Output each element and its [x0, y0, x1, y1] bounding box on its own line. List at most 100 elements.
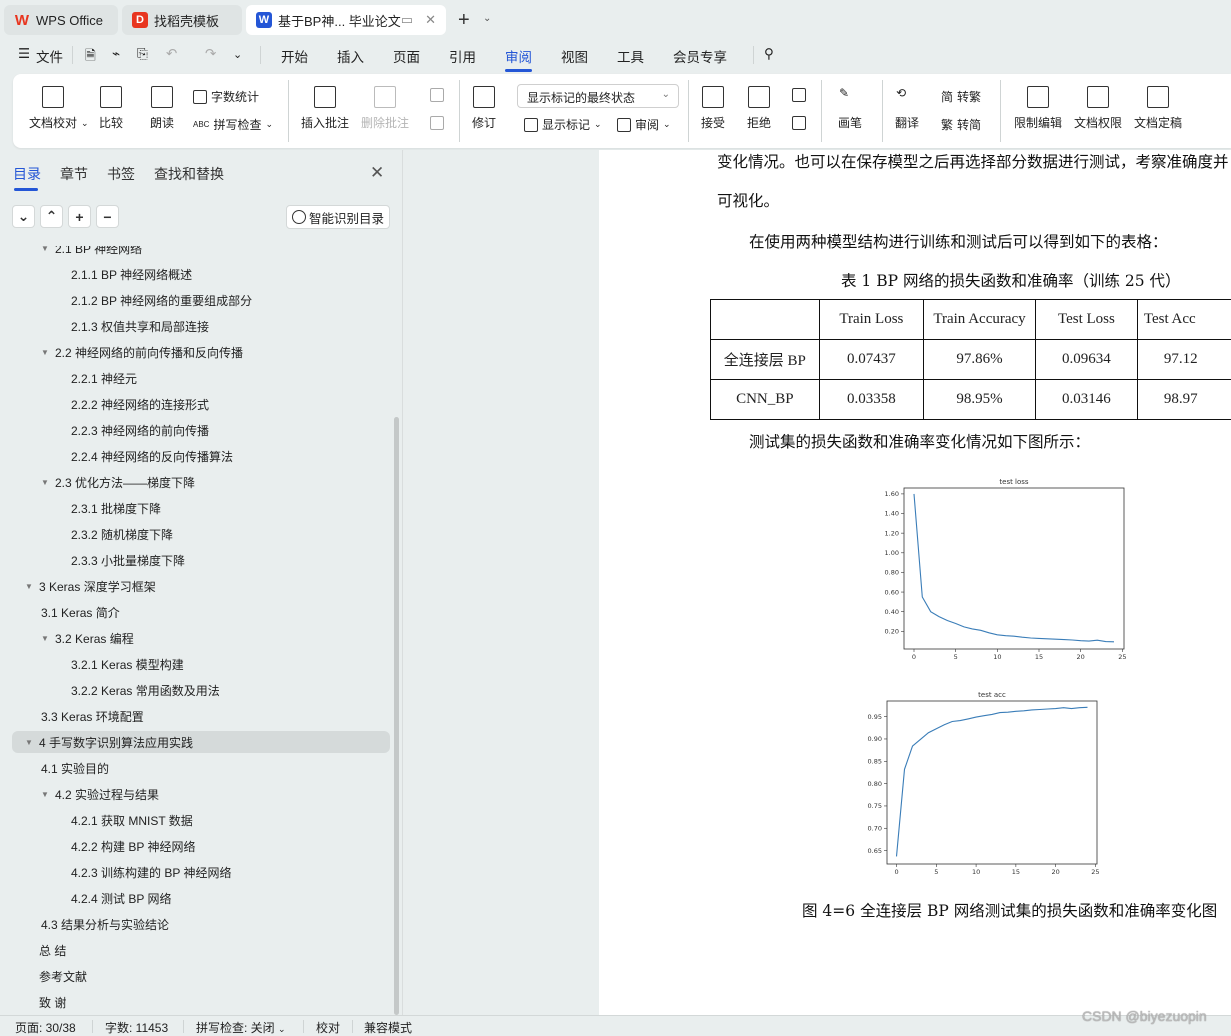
toc-item[interactable]: ▼4.2 实验过程与结果 [41, 783, 159, 805]
close-tab-icon[interactable]: ✕ [425, 12, 436, 28]
word-count-button[interactable]: 字数统计 [193, 88, 259, 105]
toc-item[interactable]: 2.3.2 随机梯度下降 [71, 523, 173, 545]
expand-triangle-icon[interactable]: ▼ [25, 738, 33, 747]
toc-item[interactable]: 4.1 实验目的 [41, 757, 109, 779]
expand-triangle-icon[interactable]: ▼ [41, 348, 49, 357]
to-simplified-button[interactable]: 繁 转简 [941, 116, 981, 133]
menu-member[interactable]: 会员专享 [673, 46, 727, 66]
markup-state-select[interactable]: 显示标记的最终状态 ⌄ [517, 84, 679, 108]
toc-item[interactable]: 参考文献 [39, 965, 87, 987]
pen-button[interactable]: ✎ 画笔 [838, 86, 862, 131]
doc-finalize-button[interactable]: 文档定稿 [1134, 86, 1182, 131]
reject-button[interactable]: 拒绝 [747, 86, 771, 131]
close-pane-icon[interactable]: ✕ [370, 163, 384, 183]
tab-toc[interactable]: 目录 [13, 164, 41, 184]
toc-item[interactable]: 2.1.1 BP 神经网络概述 [71, 263, 192, 285]
print-preview-icon[interactable]: ⎘ [137, 46, 148, 62]
expand-triangle-icon[interactable]: ▼ [41, 246, 49, 253]
review-pane-button[interactable]: 审阅 ⌄ [617, 116, 671, 133]
hamburger-menu-icon[interactable]: ☰ [18, 46, 30, 62]
word-count-status[interactable]: 字数: 11453 [105, 1019, 168, 1036]
toc-item[interactable]: 2.1.3 权值共享和局部连接 [71, 315, 209, 337]
toc-item[interactable]: 3.2.1 Keras 模型构建 [71, 653, 184, 675]
tab-find-replace[interactable]: 查找和替换 [154, 164, 224, 184]
previous-comment-icon[interactable] [430, 88, 444, 102]
collapse-up-button[interactable]: ⌃ [40, 205, 63, 228]
tab-document[interactable]: W 基于BP神... 毕业论文 ▭ ✕ [246, 5, 446, 35]
translate-button[interactable]: ⟲ 翻译 [895, 86, 919, 131]
menu-review[interactable]: 审阅 [505, 46, 532, 66]
menu-tools[interactable]: 工具 [617, 46, 644, 66]
remove-level-button[interactable]: − [96, 205, 119, 228]
undo-icon[interactable]: ↶ [166, 46, 177, 62]
proofread-button[interactable]: 文档校对 [29, 86, 77, 131]
menu-insert[interactable]: 插入 [337, 46, 364, 66]
revise-button[interactable]: 修订 [472, 86, 496, 131]
toc-item[interactable]: ▼2.1 BP 神经网络 [41, 246, 142, 259]
toc-item[interactable]: 2.2.3 神经网络的前向传播 [71, 419, 209, 441]
toc-item[interactable]: ▼2.2 神经网络的前向传播和反向传播 [41, 341, 243, 363]
proofread-status[interactable]: 校对 [316, 1019, 340, 1036]
format-painter-icon[interactable]: ⌁ [112, 46, 120, 62]
redo-icon[interactable]: ↷ [205, 46, 216, 62]
next-change-icon[interactable] [792, 116, 806, 130]
add-level-button[interactable]: + [68, 205, 91, 228]
toc-item[interactable]: 2.1.2 BP 神经网络的重要组成部分 [71, 289, 252, 311]
search-icon[interactable]: ⚲ [764, 46, 774, 62]
expand-triangle-icon[interactable]: ▼ [41, 634, 49, 643]
toc-item[interactable]: 3.3 Keras 环境配置 [41, 705, 144, 727]
restrict-edit-button[interactable]: 限制编辑 [1014, 86, 1062, 131]
toc-item[interactable]: 总 结 [39, 939, 66, 961]
toc-item[interactable]: 2.2.2 神经网络的连接形式 [71, 393, 209, 415]
menu-view[interactable]: 视图 [561, 46, 588, 66]
read-aloud-button[interactable]: 朗读 [150, 86, 174, 131]
menu-file[interactable]: 文件 [36, 46, 63, 66]
compare-button[interactable]: 比较 [99, 86, 123, 131]
toc-scrollbar[interactable] [394, 417, 399, 1015]
page-indicator[interactable]: 页面: 30/38 [15, 1019, 76, 1036]
toc-item[interactable]: 致 谢 [39, 991, 66, 1013]
toc-item[interactable]: 2.3.1 批梯度下降 [71, 497, 161, 519]
toc-item[interactable]: 4.2.1 获取 MNIST 数据 [71, 809, 193, 831]
toc-item[interactable]: 3.2.2 Keras 常用函数及用法 [71, 679, 220, 701]
toc-item[interactable]: ▼3.2 Keras 编程 [41, 627, 134, 649]
toc-item[interactable]: 2.2.1 神经元 [71, 367, 137, 389]
spell-check-button[interactable]: ABC 拼写检查 ⌄ [193, 116, 273, 133]
toc-item[interactable]: 4.2.2 构建 BP 神经网络 [71, 835, 195, 857]
to-traditional-button[interactable]: 简 转繁 [941, 88, 981, 105]
toc-item[interactable]: ▼2.3 优化方法——梯度下降 [41, 471, 195, 493]
expand-down-button[interactable]: ⌄ [12, 205, 35, 228]
toc-item[interactable]: ▼4 手写数字识别算法应用实践 [12, 731, 390, 753]
next-comment-icon[interactable] [430, 116, 444, 130]
chevron-down-icon[interactable]: ⌄ [81, 118, 89, 129]
new-tab-plus-icon[interactable]: + [458, 9, 470, 32]
menu-page[interactable]: 页面 [393, 46, 420, 66]
tab-docer-templates[interactable]: D 找稻壳模板 [122, 5, 242, 35]
menu-home[interactable]: 开始 [281, 46, 308, 66]
more-chevron-icon[interactable]: ⌄ [233, 48, 242, 61]
accept-button[interactable]: 接受 [701, 86, 725, 131]
tab-wps-office[interactable]: W WPS Office [4, 5, 118, 35]
spell-check-status[interactable]: 拼写检查: 关闭 ⌄ [196, 1019, 286, 1036]
toc-item[interactable]: ▼3 Keras 深度学习框架 [25, 575, 156, 597]
toc-item[interactable]: 4.2.4 测试 BP 网络 [71, 887, 171, 909]
show-markup-button[interactable]: 显示标记 ⌄ [524, 116, 602, 133]
toc-item[interactable]: 4.3 结果分析与实验结论 [41, 913, 169, 935]
toc-item[interactable]: 4.2.3 训练构建的 BP 神经网络 [71, 861, 231, 883]
insert-comment-button[interactable]: 插入批注 [301, 86, 349, 131]
toc-item[interactable]: 3.1 Keras 简介 [41, 601, 120, 623]
smart-toc-button[interactable]: 智能识别目录 [286, 205, 390, 229]
menu-reference[interactable]: 引用 [449, 46, 476, 66]
delete-comment-button[interactable]: 删除批注 [361, 86, 409, 131]
toc-item[interactable]: 2.3.3 小批量梯度下降 [71, 549, 185, 571]
tab-bookmarks[interactable]: 书签 [107, 164, 135, 184]
toc-item[interactable]: 2.2.4 神经网络的反向传播算法 [71, 445, 233, 467]
expand-triangle-icon[interactable]: ▼ [41, 790, 49, 799]
doc-permission-button[interactable]: 文档权限 [1074, 86, 1122, 131]
chevron-down-icon[interactable]: ⌄ [483, 13, 491, 24]
monitor-icon[interactable]: ▭ [401, 12, 413, 28]
save-icon[interactable]: 🗎 [85, 46, 96, 69]
previous-change-icon[interactable] [792, 88, 806, 102]
expand-triangle-icon[interactable]: ▼ [25, 582, 33, 591]
expand-triangle-icon[interactable]: ▼ [41, 478, 49, 487]
